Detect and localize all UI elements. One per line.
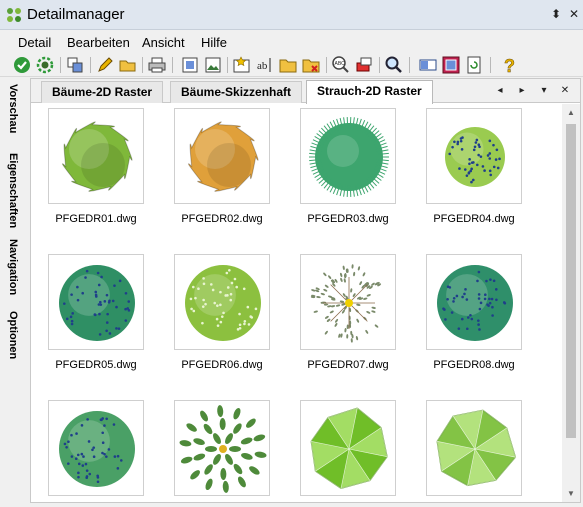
thumbnail-image[interactable] [174,400,270,496]
plant-symbol-preview [59,265,135,341]
tab-prev-icon[interactable]: ◂ [493,83,507,99]
thumbnail-image[interactable] [426,400,522,496]
print-icon[interactable] [147,55,167,75]
side-tab-vorschau[interactable]: Vorschau [7,84,19,133]
window-title: Detailmanager [27,6,125,23]
thumbnail-filename: PFGEDR08.dwg [433,359,515,371]
checkmark-icon[interactable] [12,55,32,75]
side-tab-navigation[interactable]: Navigation [7,239,19,295]
menu-detail[interactable]: Detail [18,35,51,50]
thumbnail-image[interactable] [48,108,144,204]
close-window-icon[interactable]: ✕ [566,6,582,22]
title-bar: Detailmanager ⬍ ✕ [0,0,583,30]
tab-strip: Bäume-2D Raster Bäume-Skizzenhaft Strauc… [31,79,580,104]
help-icon[interactable]: ? [499,55,519,75]
tab-list-icon[interactable]: ▾ [537,83,551,99]
new-picture-icon[interactable] [232,55,252,75]
thumbnail-image[interactable] [48,400,144,496]
thumbnail-image[interactable] [426,108,522,204]
picture-icon[interactable] [203,55,223,75]
copy-icon[interactable] [65,55,85,75]
abc-search-icon[interactable]: ABC [331,55,351,75]
menu-bar: Detail Bearbeiten Ansicht Hilfe [0,31,583,53]
stop-icon[interactable] [441,55,461,75]
scroll-up-icon[interactable]: ▲ [562,104,580,121]
app-icon [7,8,21,22]
picture-frame-icon[interactable] [180,55,200,75]
thumbnail-image[interactable] [426,254,522,350]
plant-symbol-preview [437,265,513,341]
plant-symbol-preview [59,411,135,487]
folder-icon[interactable] [278,55,298,75]
thumbnail-filename: PFGEDR07.dwg [307,359,389,371]
pin-icon[interactable]: ⬍ [548,6,564,22]
thumbnail-grid: PFGEDR01.dwg PFGEDR02.dwg PFGEDR03.dwg PFGE… [32,104,562,502]
open-folder-icon[interactable] [118,55,138,75]
eraser-icon[interactable] [354,55,374,75]
thumbnail-filename: PFGEDR06.dwg [181,359,263,371]
menu-ansicht[interactable]: Ansicht [142,35,185,50]
tab-next-icon[interactable]: ▸ [515,83,529,99]
thumbnail-image[interactable] [48,254,144,350]
menu-bearbeiten[interactable]: Bearbeiten [67,35,130,50]
side-tab-strip: Vorschau Eigenschaften Navigation Option… [0,78,30,507]
thumbnail-image[interactable] [300,108,396,204]
vertical-scrollbar[interactable]: ▲ ▼ [562,104,580,502]
tab-close-icon[interactable]: ✕ [558,83,572,99]
magnifier-icon[interactable] [384,55,404,75]
side-tab-optionen[interactable]: Optionen [7,311,19,359]
gear-icon[interactable] [35,55,55,75]
menu-hilfe[interactable]: Hilfe [201,35,227,50]
svg-text:?: ? [504,56,515,75]
layout-icon[interactable] [418,55,438,75]
tab-strauch-2d-raster[interactable]: Strauch-2D Raster [306,80,433,104]
thumbnail-filename: PFGEDR04.dwg [433,213,515,225]
pencil-icon[interactable] [95,55,115,75]
tab-baeume-skizzenhaft[interactable]: Bäume-Skizzenhaft [170,81,303,103]
refresh-icon[interactable] [464,55,484,75]
toolbar: ab ABC ? [0,53,583,77]
delete-icon[interactable] [301,55,321,75]
rename-icon[interactable]: ab [255,55,275,75]
plant-symbol-preview [309,117,389,197]
plant-symbol-preview [185,265,261,341]
svg-text:ab: ab [257,60,268,72]
catalog-panel: Bäume-2D Raster Bäume-Skizzenhaft Strauc… [30,78,581,503]
svg-text:ABC: ABC [335,61,346,67]
plant-symbol-preview [445,127,505,187]
thumbnail-filename: PFGEDR02.dwg [181,213,263,225]
thumbnail-filename: PFGEDR03.dwg [307,213,389,225]
scrollbar-thumb[interactable] [566,124,576,438]
plant-symbol-preview [188,121,259,192]
plant-symbol-preview [310,264,382,343]
plant-symbol-preview [179,405,267,493]
thumbnail-filename: PFGEDR01.dwg [55,213,137,225]
thumbnail-image[interactable] [300,400,396,496]
tab-baeume-2d-raster[interactable]: Bäume-2D Raster [41,81,164,103]
thumbnail-image[interactable] [174,108,270,204]
scroll-down-icon[interactable]: ▼ [562,485,580,502]
plant-symbol-preview [310,407,388,489]
thumbnail-filename: PFGEDR05.dwg [55,359,137,371]
plant-symbol-preview [62,121,133,192]
side-tab-eigenschaften[interactable]: Eigenschaften [7,153,19,228]
plant-symbol-preview [436,409,517,487]
thumbnail-image[interactable] [174,254,270,350]
thumbnail-image[interactable] [300,254,396,350]
